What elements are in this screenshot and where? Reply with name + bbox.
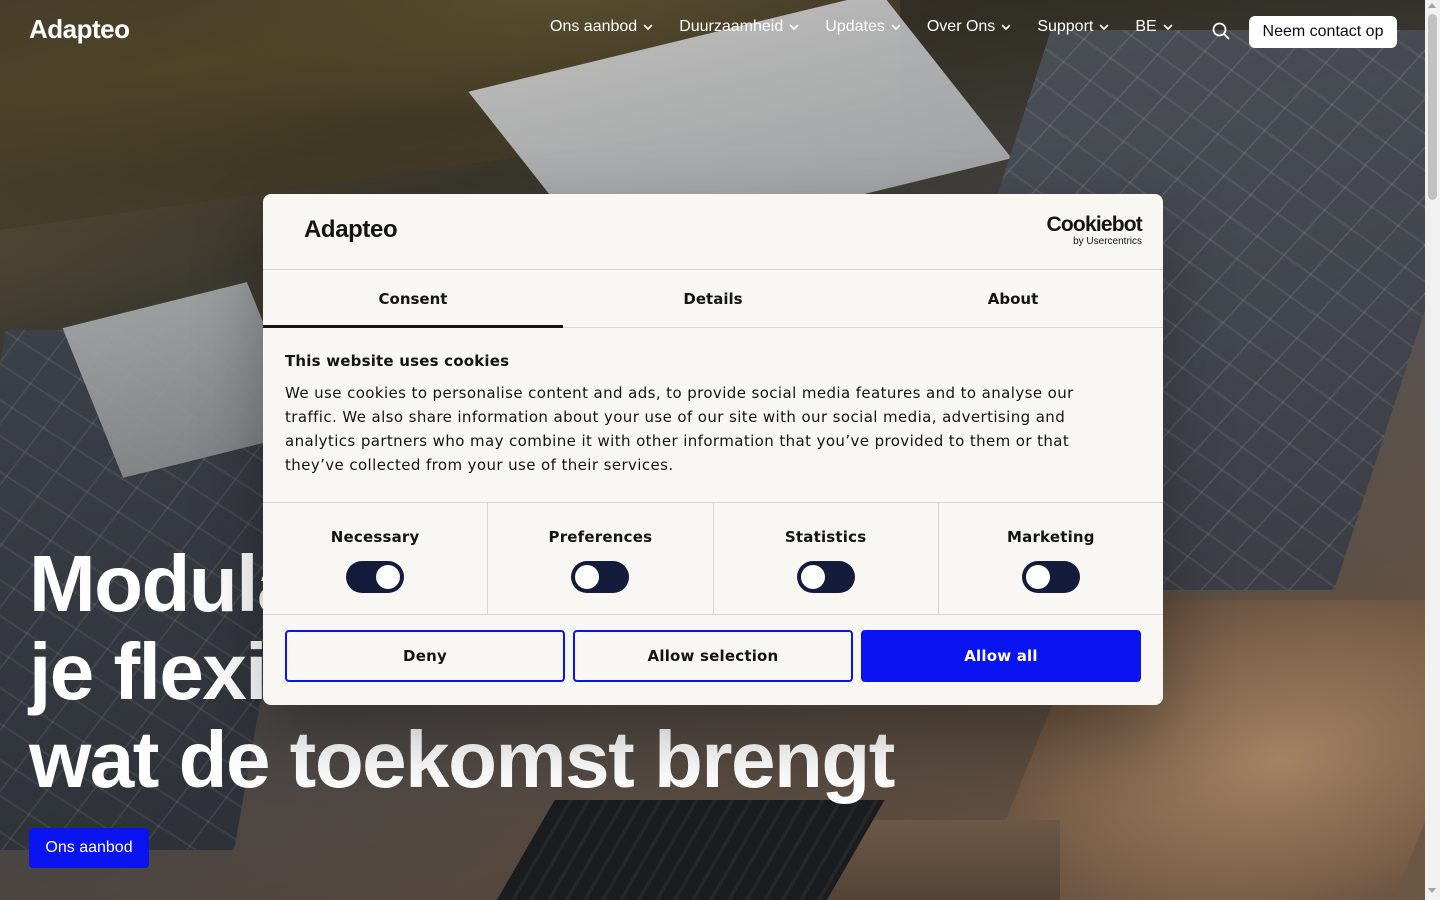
search-icon[interactable] bbox=[1210, 20, 1232, 42]
dialog-tabs: Consent Details About bbox=[263, 271, 1163, 328]
dialog-body: This website uses cookies We use cookies… bbox=[285, 352, 1105, 477]
nav-item-label: Over Ons bbox=[926, 18, 996, 35]
language-label: BE bbox=[1135, 18, 1157, 35]
tab-details[interactable]: Details bbox=[563, 271, 863, 327]
category-preferences: Preferences bbox=[488, 503, 714, 614]
consent-categories: Necessary Preferences Statistics Marketi… bbox=[263, 502, 1163, 615]
category-label: Necessary bbox=[330, 528, 420, 546]
category-statistics: Statistics bbox=[714, 503, 939, 614]
nav-item-label: Duurzaamheid bbox=[679, 18, 784, 35]
nav-item-updates[interactable]: Updates bbox=[825, 18, 901, 36]
dialog-heading: This website uses cookies bbox=[285, 352, 510, 370]
cookiebot-by: by Usercentrics bbox=[1073, 236, 1142, 247]
nav-item-support[interactable]: Support bbox=[1037, 18, 1109, 36]
nav-item-over-ons[interactable]: Over Ons bbox=[927, 18, 1011, 36]
chevron-down-icon bbox=[1100, 24, 1109, 30]
page-scrollbar[interactable] bbox=[1425, 0, 1440, 900]
deny-button[interactable]: Deny bbox=[285, 630, 565, 682]
main-nav: Ons aanbod Duurzaamheid Updates Over Ons… bbox=[550, 18, 1199, 36]
allow-selection-button[interactable]: Allow selection bbox=[573, 630, 853, 682]
scrollbar-thumb[interactable] bbox=[1428, 14, 1437, 200]
category-label: Preferences bbox=[548, 528, 653, 546]
nav-item-label: Updates bbox=[825, 18, 885, 35]
site-header: Adapteo Ons aanbod Duurzaamheid Updates … bbox=[0, 0, 1425, 62]
hero-title-line: wat de toekomst brengt bbox=[29, 715, 895, 804]
tab-about[interactable]: About bbox=[863, 271, 1163, 327]
cookiebot-logo[interactable]: Cookiebot by Usercentrics bbox=[1038, 213, 1143, 248]
dialog-actions: Deny Allow selection Allow all bbox=[285, 630, 1141, 682]
dialog-logo: Adapteo bbox=[304, 216, 398, 243]
contact-button[interactable]: Neem contact op bbox=[1249, 16, 1397, 48]
tab-consent[interactable]: Consent bbox=[263, 271, 563, 328]
necessary-toggle[interactable] bbox=[346, 561, 405, 593]
category-necessary: Necessary bbox=[263, 503, 489, 614]
nav-item-ons-aanbod[interactable]: Ons aanbod bbox=[550, 18, 653, 36]
dialog-header: Adapteo Cookiebot by Usercentrics bbox=[263, 194, 1163, 270]
cookiebot-name: Cookiebot bbox=[1046, 213, 1143, 236]
dialog-description: We use cookies to personalise content an… bbox=[285, 384, 1074, 474]
category-label: Marketing bbox=[1007, 528, 1095, 546]
preferences-toggle[interactable] bbox=[571, 561, 630, 593]
marketing-toggle[interactable] bbox=[1021, 561, 1080, 593]
nav-item-label: Support bbox=[1037, 18, 1094, 35]
cookie-consent-dialog: Adapteo Cookiebot by Usercentrics Consen… bbox=[263, 194, 1163, 705]
scroll-down-arrow-icon[interactable] bbox=[1428, 888, 1436, 893]
category-label: Statistics bbox=[784, 528, 867, 546]
statistics-toggle[interactable] bbox=[796, 561, 855, 593]
chevron-down-icon bbox=[891, 24, 901, 30]
site-logo[interactable]: Adapteo bbox=[29, 14, 130, 45]
hero-cta-button[interactable]: Ons aanbod bbox=[29, 828, 149, 868]
allow-all-button[interactable]: Allow all bbox=[861, 630, 1141, 682]
category-marketing: Marketing bbox=[939, 503, 1163, 614]
chevron-down-icon bbox=[1002, 24, 1011, 30]
chevron-down-icon bbox=[643, 24, 653, 30]
scroll-up-arrow-icon[interactable] bbox=[1428, 3, 1436, 8]
nav-item-label: Ons aanbod bbox=[550, 18, 638, 35]
chevron-down-icon bbox=[1163, 24, 1173, 30]
nav-item-duurzaamheid[interactable]: Duurzaamheid bbox=[679, 18, 799, 36]
chevron-down-icon bbox=[789, 24, 799, 30]
language-selector[interactable]: BE bbox=[1135, 18, 1173, 36]
